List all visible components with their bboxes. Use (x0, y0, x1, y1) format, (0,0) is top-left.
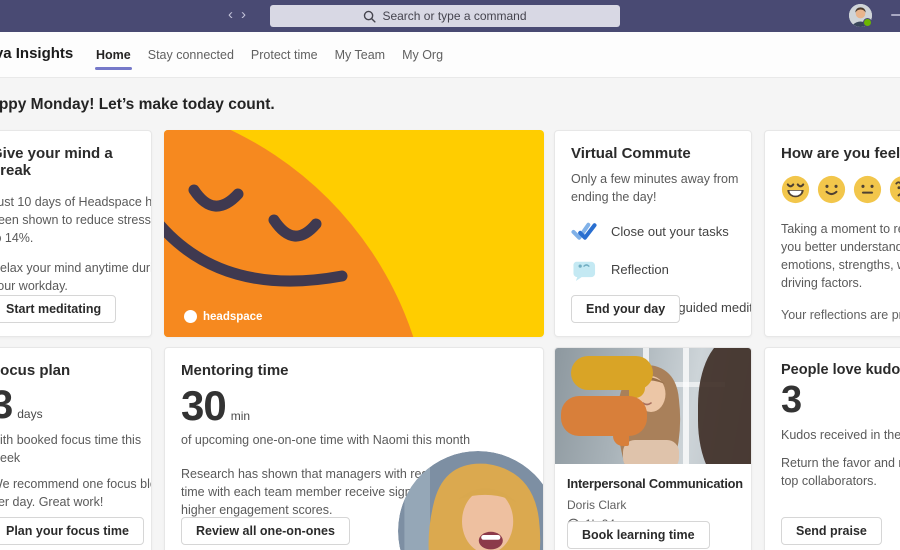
tab-bar: Home Stay connected Protect time My Team… (95, 32, 444, 78)
commute-task-item[interactable]: Close out your tasks (571, 218, 735, 244)
worried-emoji-icon[interactable] (889, 175, 900, 204)
card-title: Virtual Commute (571, 145, 691, 162)
app-title: Viva Insights (0, 45, 74, 62)
reflection-icon (572, 261, 595, 281)
speech-bubble-orange-shape (561, 396, 647, 436)
learning-course-image (555, 348, 751, 464)
tab-protect-time[interactable]: Protect time (250, 44, 319, 66)
search-placeholder: Search or type a command (382, 9, 527, 23)
mood-picker (781, 175, 900, 204)
teams-title-bar: ‹ › Search or type a command (0, 0, 900, 32)
card-title: People love kudos (781, 362, 900, 378)
focus-days-value: 3 (0, 385, 13, 425)
card-virtual-commute: Virtual Commute Only a few minutes away … (554, 130, 752, 337)
presence-available-icon (863, 18, 872, 27)
card-mind-break: Give your mind a break Just 10 days of H… (0, 130, 152, 337)
tab-stay-connected[interactable]: Stay connected (147, 44, 235, 66)
card-focus-plan: Focus plan 3 days with booked focus time… (0, 347, 152, 550)
card-mentoring: Mentoring time 30 min of upcoming one-on… (164, 347, 544, 550)
search-input[interactable]: Search or type a command (270, 5, 620, 27)
search-icon (364, 10, 377, 23)
send-praise-button[interactable]: Send praise (781, 517, 882, 545)
card-title: Focus plan (0, 362, 71, 379)
privacy-note: Your reflections are private. (781, 308, 900, 322)
headspace-logo-icon (184, 310, 197, 323)
greeting-text: Happy Monday! Let’s make today count. (0, 96, 275, 113)
card-title: Give your mind a break (0, 145, 113, 179)
book-learning-time-button[interactable]: Book learning time (567, 521, 710, 549)
card-feelings: How are you feeling? (764, 130, 900, 337)
tab-my-org[interactable]: My Org (401, 44, 444, 66)
viva-insights-nav: Viva Insights Home Stay connected Protec… (0, 32, 900, 78)
kudos-count-value: 3 (781, 379, 802, 421)
mentoring-minutes-value: 30 (181, 382, 227, 429)
double-check-icon (571, 222, 597, 240)
grinning-emoji-icon[interactable] (781, 175, 810, 204)
review-one-on-ones-button[interactable]: Review all one-on-ones (181, 517, 350, 545)
start-meditating-button[interactable]: Start meditating (0, 295, 117, 323)
end-your-day-button[interactable]: End your day (571, 295, 681, 323)
headspace-logo: headspace (184, 310, 262, 323)
headspace-banner[interactable]: headspace (164, 130, 544, 337)
neutral-emoji-icon[interactable] (853, 175, 882, 204)
card-title: How are you feeling? (781, 145, 900, 162)
back-icon[interactable]: ‹ (228, 5, 233, 25)
course-author: Doris Clark (567, 498, 627, 512)
plan-focus-time-button[interactable]: Plan your focus time (0, 517, 144, 545)
tab-home[interactable]: Home (95, 44, 132, 70)
tab-my-team[interactable]: My Team (334, 44, 386, 66)
card-learning: Interpersonal Communication in Doris Cla… (554, 347, 752, 550)
smiling-emoji-icon[interactable] (817, 175, 846, 204)
course-title: Interpersonal Communication (567, 476, 743, 491)
card-title: Mentoring time (181, 362, 289, 379)
headspace-sleeping-face-icon (164, 184, 348, 287)
window-edge-icon (891, 14, 900, 16)
linkedin-icon: in (750, 474, 751, 493)
forward-icon[interactable]: › (241, 5, 246, 25)
commute-reflection-item[interactable]: Reflection (571, 256, 735, 282)
card-kudos: People love kudos 3 Kudos received in th… (764, 347, 900, 550)
